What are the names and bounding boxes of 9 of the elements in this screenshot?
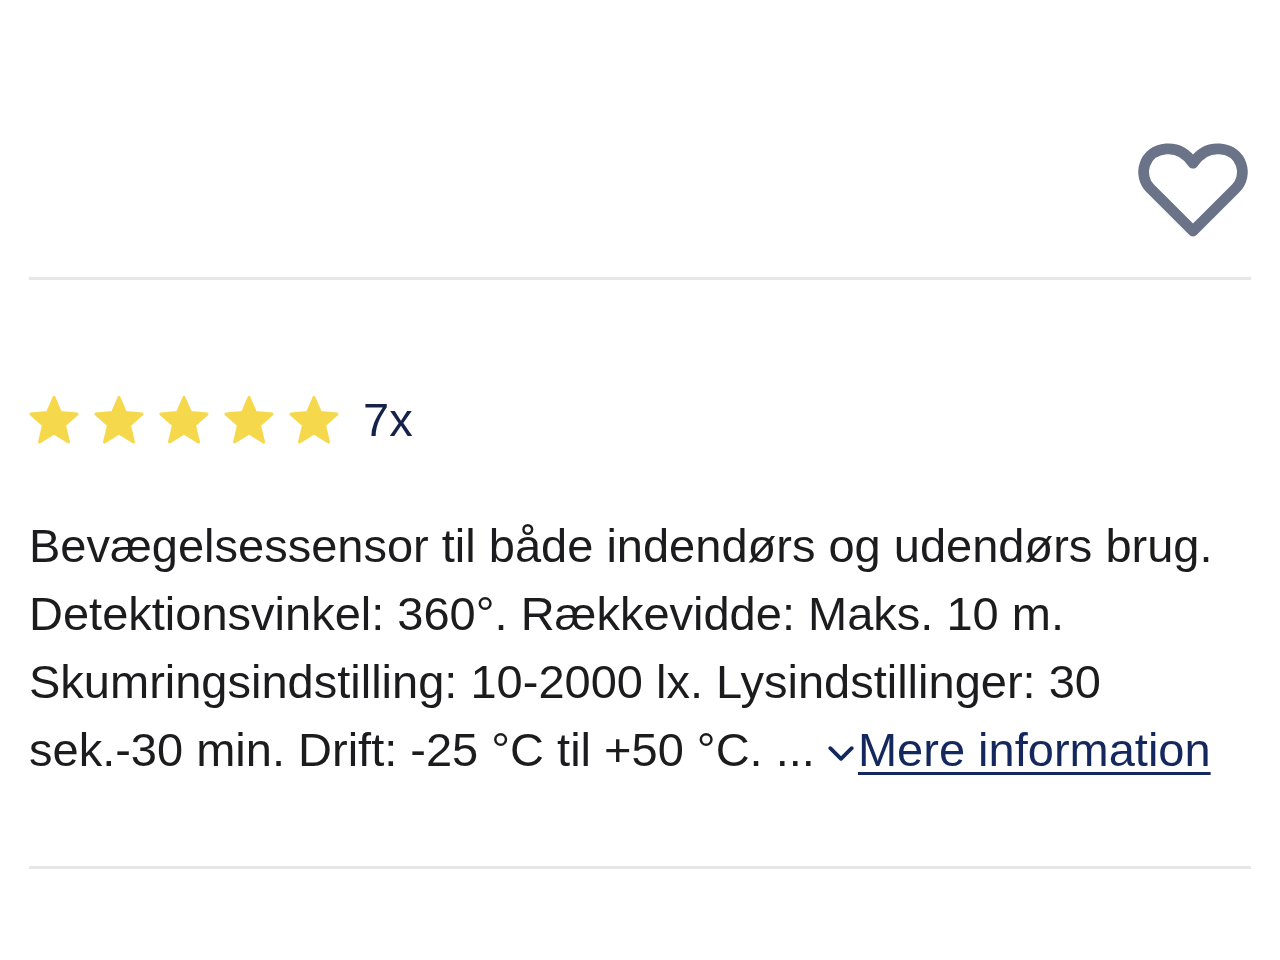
rating-count: 7x — [363, 394, 413, 446]
star-icon — [29, 396, 79, 444]
star-icon — [159, 396, 209, 444]
star-icon — [94, 396, 144, 444]
star-icon — [224, 396, 274, 444]
product-description: Bevægelsessensor til både indendørs og udendørs brug. Detektionsvinkel: 360°. Rækkevidde: Maks. 10 m. Skumringsindstilling: 10-2000 lx. Lysindstillinger: 30 sek.-30 min. Drift: -25 °C til +50 °C. ... Mere information — [29, 518, 1214, 778]
chevron-down-icon — [827, 746, 854, 762]
more-information-link[interactable]: Mere information — [827, 723, 1211, 776]
star-icon — [289, 396, 339, 444]
